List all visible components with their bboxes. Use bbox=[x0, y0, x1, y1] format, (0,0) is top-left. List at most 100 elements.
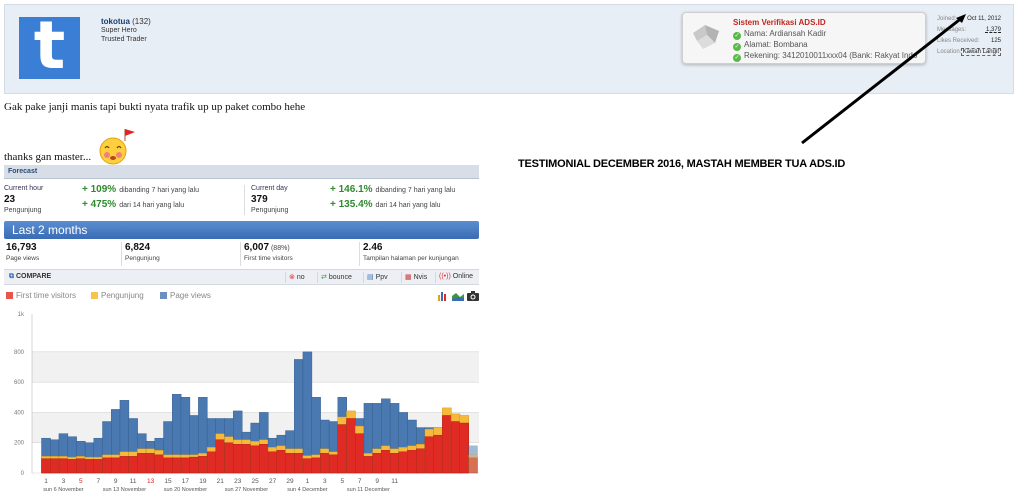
bar-first-time bbox=[206, 451, 217, 474]
x-tick-label: 19 bbox=[199, 478, 207, 485]
user-rank: Super Hero bbox=[101, 27, 137, 34]
compare-no-button[interactable]: ⊗ no bbox=[285, 272, 308, 283]
bar-first-time bbox=[276, 450, 286, 474]
stat-messages-value[interactable]: 1,379 bbox=[986, 27, 1001, 33]
y-tick-label: 800 bbox=[14, 350, 25, 356]
current-hour-block: Current hour 23 Pengunjung + 109% dibandi… bbox=[4, 184, 199, 214]
post-count: (132) bbox=[132, 17, 151, 26]
post-text-line: thanks gan master... bbox=[4, 151, 92, 163]
bar-first-time bbox=[468, 457, 478, 474]
week-label: sun 13 November bbox=[103, 487, 147, 493]
area-chart-icon[interactable] bbox=[452, 291, 464, 301]
x-tick-label: 11 bbox=[391, 478, 398, 485]
y-tick-label: 400 bbox=[14, 410, 25, 416]
summary-page-views: 16,793 Page views bbox=[4, 242, 122, 266]
bar-first-time bbox=[145, 453, 156, 474]
compare-online-button[interactable]: ((•)) Online bbox=[435, 272, 476, 283]
bar-first-time bbox=[294, 453, 304, 474]
post-text-line: Gak pake janji manis tapi bukti nyata tr… bbox=[4, 101, 306, 113]
x-tick-label: 7 bbox=[96, 478, 100, 485]
x-tick-label: 3 bbox=[62, 478, 66, 485]
annotation-caption: TESTIMONIAL DECEMBER 2016, MASTAH MEMBER… bbox=[518, 158, 846, 170]
avatar[interactable]: t bbox=[19, 11, 80, 81]
check-icon: ✓ bbox=[733, 32, 741, 40]
x-tick-label: 29 bbox=[286, 478, 294, 485]
week-label: sun 20 November bbox=[164, 487, 208, 493]
camera-icon[interactable] bbox=[467, 291, 479, 301]
bar-first-time bbox=[224, 442, 234, 474]
chart-band bbox=[32, 382, 479, 413]
summary-visitors: 6,824 Pengunjung bbox=[123, 242, 241, 266]
bar-first-time bbox=[311, 457, 321, 474]
bar-first-time bbox=[233, 444, 243, 474]
bar-first-time bbox=[459, 422, 469, 474]
x-tick-label: 3 bbox=[323, 478, 327, 485]
user-name-line: tokotua (132) bbox=[101, 17, 151, 26]
legend-first-time[interactable]: First time visitors bbox=[6, 291, 76, 300]
compare-bounce-button[interactable]: ⇄ bounce bbox=[317, 272, 355, 283]
forecast-header: Forecast bbox=[4, 165, 479, 179]
bar-first-time bbox=[172, 457, 182, 474]
bar-first-time bbox=[93, 459, 103, 474]
analytics-widget: Forecast Current hour 23 Pengunjung + 10… bbox=[4, 165, 479, 493]
bar-first-time bbox=[102, 457, 112, 474]
x-tick-label: 13 bbox=[147, 478, 155, 485]
post-header: t tokotua (132) Super Hero Trusted Trade… bbox=[4, 4, 1014, 94]
x-tick-label: 15 bbox=[164, 478, 172, 485]
bar-first-time bbox=[128, 456, 138, 474]
verification-title: Sistem Verifikasi ADS.ID bbox=[733, 18, 826, 27]
x-tick-label: 9 bbox=[114, 478, 118, 485]
period-header[interactable]: Last 2 months bbox=[4, 221, 479, 239]
compare-button[interactable]: ⧉ COMPARE bbox=[9, 273, 51, 281]
bar-first-time bbox=[41, 458, 51, 474]
nvis-icon: ▦ bbox=[405, 274, 412, 281]
y-tick-label: 1k bbox=[18, 312, 25, 318]
summary-pages-per-visit: 2.46 Tampilan halaman per kunjungan bbox=[363, 242, 459, 262]
bar-first-time bbox=[407, 450, 417, 474]
online-icon: ((•)) bbox=[439, 273, 451, 280]
bar-first-time bbox=[163, 457, 173, 474]
user-status: Trusted Trader bbox=[101, 36, 147, 43]
bar-first-time bbox=[180, 457, 191, 474]
bar-first-time bbox=[111, 457, 121, 474]
bar-first-time bbox=[76, 458, 86, 474]
bar-first-time bbox=[442, 415, 452, 474]
bar-first-time bbox=[198, 456, 208, 474]
compare-icon: ⧉ bbox=[9, 273, 14, 280]
compare-nvis-button[interactable]: ▦ Nvis bbox=[401, 272, 430, 283]
ppv-icon: ▤ bbox=[367, 274, 374, 281]
x-tick-label: 25 bbox=[252, 478, 260, 485]
bar-first-time bbox=[241, 444, 252, 474]
no-icon: ⊗ bbox=[289, 274, 295, 281]
week-label: sun 11 December bbox=[347, 487, 390, 493]
bar-first-time bbox=[67, 459, 77, 474]
current-day-block: Current day 379 Pengunjung + 146.1% diban… bbox=[251, 184, 456, 214]
week-label: sun 27 November bbox=[225, 487, 269, 493]
x-tick-label: 5 bbox=[340, 478, 344, 485]
stat-location-value[interactable]: Kawah Langit bbox=[960, 48, 1001, 56]
bar-first-time bbox=[328, 454, 339, 474]
chart-legend: First time visitors Pengunjung Page view… bbox=[4, 291, 474, 303]
bar-first-time bbox=[285, 453, 295, 474]
bar-first-time bbox=[84, 459, 95, 474]
bar-first-time bbox=[363, 456, 374, 474]
bar-first-time bbox=[250, 445, 260, 474]
bar-chart-icon[interactable] bbox=[437, 291, 449, 301]
bounce-icon: ⇄ bbox=[321, 274, 327, 281]
bar-first-time bbox=[58, 458, 69, 474]
bar-first-time bbox=[119, 456, 130, 474]
bar-first-time bbox=[433, 434, 443, 474]
legend-pengunjung[interactable]: Pengunjung bbox=[91, 291, 144, 300]
bar-first-time bbox=[50, 458, 60, 474]
bar-first-time bbox=[389, 453, 400, 474]
chart-band bbox=[32, 314, 479, 352]
x-tick-label: 5 bbox=[79, 478, 83, 485]
bar-first-time bbox=[137, 453, 147, 474]
divider bbox=[244, 185, 245, 215]
y-tick-label: 600 bbox=[14, 380, 25, 386]
compare-ppv-button[interactable]: ▤ Ppv bbox=[363, 272, 391, 283]
legend-page-views[interactable]: Page views bbox=[160, 291, 211, 300]
day-change-14d: + 135.4% dari 14 hari yang lalu bbox=[330, 199, 441, 210]
check-icon: ✓ bbox=[733, 54, 741, 62]
username-link[interactable]: tokotua bbox=[101, 17, 130, 26]
